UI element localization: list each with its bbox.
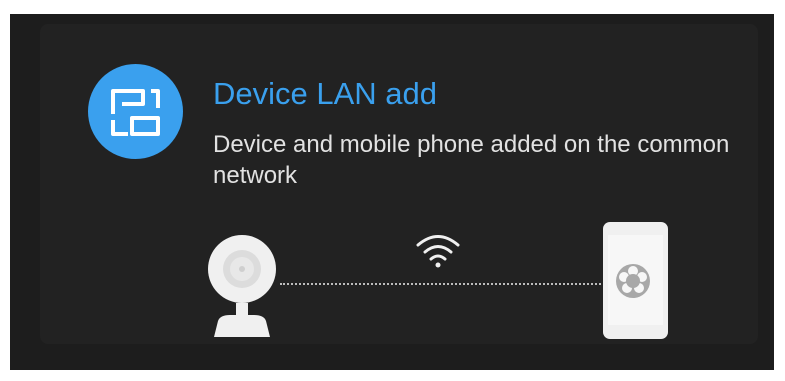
option-title: Device LAN add — [213, 76, 438, 111]
device-lan-add-option[interactable]: Device LAN add Device and mobile phone a… — [40, 24, 758, 344]
option-description: Device and mobile phone added on the com… — [213, 131, 730, 189]
dotted-connection-line — [280, 283, 605, 285]
wifi-icon — [416, 235, 460, 268]
camera-icon — [208, 235, 276, 337]
device-lan-add-icon — [88, 64, 183, 159]
phone-icon — [603, 222, 668, 339]
page-background: Device LAN add Device and mobile phone a… — [10, 14, 774, 370]
